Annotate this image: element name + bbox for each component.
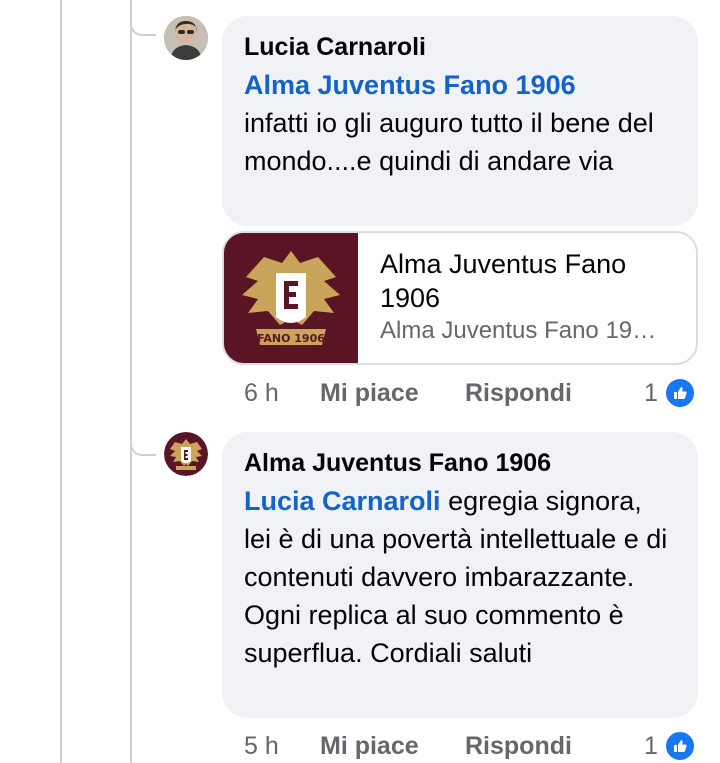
thread-branch (130, 428, 156, 456)
reply-button[interactable]: Rispondi (465, 376, 572, 410)
eagle-crest-icon: FANO 1906 (224, 233, 358, 363)
comment-actions: 6 h Mi piace Rispondi (244, 376, 644, 410)
comment-bubble: Alma Juventus Fano 1906 Lucia Carnaroli … (222, 432, 698, 718)
like-button[interactable]: Mi piace (320, 729, 419, 763)
comment-timestamp[interactable]: 5 h (244, 729, 279, 763)
user-avatar-photo (164, 16, 208, 60)
comment-mention[interactable]: Alma Juventus Fano 1906 (244, 66, 676, 104)
club-crest-avatar-icon (164, 432, 208, 476)
like-button[interactable]: Mi piace (320, 376, 419, 410)
comment-timestamp[interactable]: 6 h (244, 376, 279, 410)
logo-text: FANO 1906 (257, 332, 325, 345)
reaction-count: 1 (644, 731, 658, 760)
thread-line-outer (60, 0, 62, 763)
comment-author[interactable]: Lucia Carnaroli (244, 30, 676, 64)
link-preview-card[interactable]: FANO 1906 Alma Juventus Fano 1906 Alma J… (222, 231, 698, 365)
avatar[interactable] (164, 432, 208, 476)
comment-author[interactable]: Alma Juventus Fano 1906 (244, 446, 676, 480)
comment-text: infatti io gli auguro tutto il bene del … (244, 108, 654, 176)
link-preview-title: Alma Juventus Fano 1906 (380, 249, 627, 313)
thumbs-up-icon (663, 377, 696, 409)
avatar[interactable] (164, 16, 208, 60)
comment-bubble: Lucia Carnaroli Alma Juventus Fano 1906 … (222, 16, 698, 226)
reaction-summary[interactable]: 1 (644, 376, 696, 410)
reply-button[interactable]: Rispondi (465, 729, 572, 763)
club-logo-image: FANO 1906 (224, 233, 358, 363)
reaction-summary[interactable]: 1 (644, 729, 696, 763)
comment-mention[interactable]: Lucia Carnaroli (244, 486, 441, 516)
reaction-count: 1 (644, 378, 658, 407)
thread-line-inner (130, 0, 132, 763)
link-preview-subtitle: Alma Juventus Fano 19… (380, 317, 657, 344)
thread-branch (130, 8, 156, 36)
thumbs-up-icon (663, 730, 696, 762)
comment-actions: 5 h Mi piace Rispondi (244, 729, 644, 763)
